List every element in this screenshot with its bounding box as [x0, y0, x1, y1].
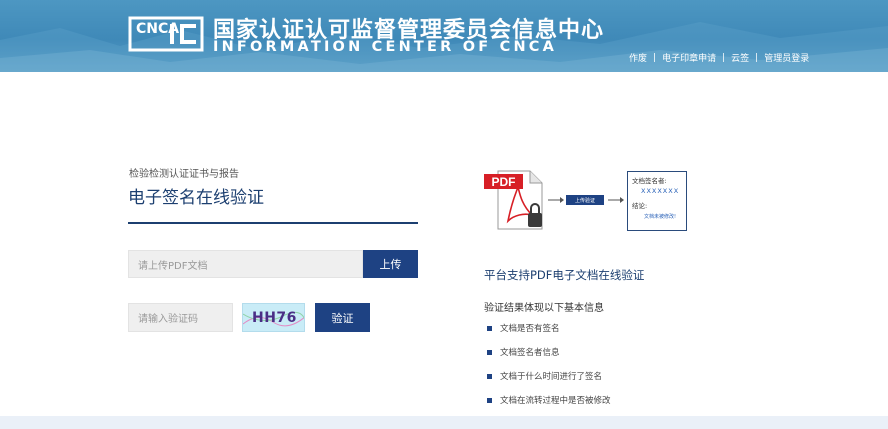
- nav-divider: |: [755, 52, 759, 63]
- list-item-text: 文档于什么时间进行了签名: [500, 372, 603, 382]
- nav-admin-login[interactable]: 管理员登录: [764, 51, 809, 64]
- upload-button[interactable]: 上传: [363, 250, 418, 278]
- card-conclusion-value: 文档未被修改!: [644, 214, 677, 220]
- bullet-icon: [487, 349, 492, 355]
- title-underline: [128, 222, 418, 224]
- nav-seal-apply[interactable]: 电子印章申请: [662, 51, 716, 64]
- nav-void[interactable]: 作废: [629, 51, 647, 64]
- card-signer-label: 文档签名者:: [632, 177, 667, 185]
- list-item-text: 文档是否有签名: [500, 324, 560, 334]
- verify-subtitle: 检验检测认证证书与报告: [129, 169, 239, 180]
- footer-strip: [0, 416, 888, 429]
- platform-heading: 平台支持PDF电子文档在线验证: [484, 268, 645, 282]
- site-title-en: INFORMATION CENTER OF CNCA: [213, 39, 558, 55]
- pdf-upload-field[interactable]: 请上传PDF文档: [128, 250, 363, 278]
- card-conclusion-label: 结论:: [632, 202, 648, 210]
- nav-cloud-sign[interactable]: 云签: [731, 51, 749, 64]
- list-item-text: 文档在流转过程中是否被修改: [500, 396, 611, 406]
- result-card: 文档签名者: XXXXXXX 结论: 文档未被修改!: [627, 171, 687, 231]
- feature-list: 文档是否有签名 文档签名者信息 文档于什么时间进行了签名 文档在流转过程中是否被…: [487, 316, 611, 412]
- list-item-text: 文档签名者信息: [500, 348, 560, 358]
- verification-diagram: PDF 上传验证 文档签名者: XXXXXXX 结论: 文档未被修改!: [484, 165, 694, 235]
- list-item: 文档签名者信息: [487, 340, 611, 364]
- list-item: 文档在流转过程中是否被修改: [487, 388, 611, 412]
- verify-button[interactable]: 验证: [315, 303, 370, 332]
- cnca-logo: CNCA: [128, 16, 204, 52]
- card-signer-value: XXXXXXX: [641, 187, 680, 195]
- nav-divider: |: [653, 52, 657, 63]
- header-banner: CNCA 国家认证认可监督管理委员会信息中心 INFORMATION CENTE…: [0, 0, 888, 72]
- captcha-image[interactable]: HH76: [242, 303, 305, 332]
- bullet-icon: [487, 373, 492, 379]
- bullet-icon: [487, 325, 492, 331]
- result-info-label: 验证结果体现以下基本信息: [484, 303, 604, 314]
- verify-title: 电子签名在线验证: [128, 188, 264, 208]
- captcha-code: HH76: [252, 310, 297, 326]
- list-item: 文档是否有签名: [487, 316, 611, 340]
- captcha-input[interactable]: 请输入验证码: [128, 303, 233, 332]
- nav-divider: |: [722, 52, 726, 63]
- pdf-badge: PDF: [484, 174, 523, 189]
- diagram-upload-step: 上传验证: [566, 195, 604, 205]
- list-item: 文档于什么时间进行了签名: [487, 364, 611, 388]
- top-nav: 作废 | 电子印章申请 | 云签 | 管理员登录: [629, 51, 809, 65]
- bullet-icon: [487, 397, 492, 403]
